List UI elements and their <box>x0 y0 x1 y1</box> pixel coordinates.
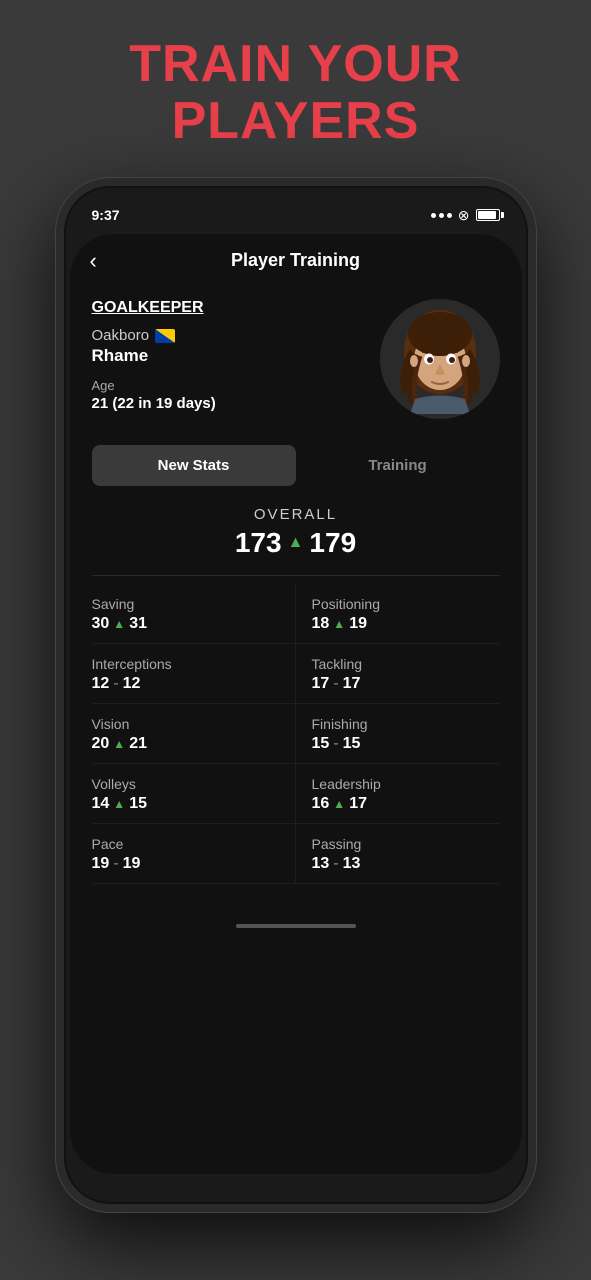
stat-label: Passing <box>312 836 500 852</box>
stat-dash: - <box>333 735 338 753</box>
player-position: GOALKEEPER <box>92 299 380 317</box>
overall-old: 173 <box>235 527 282 559</box>
player-info: GOALKEEPER Oakboro Rhame Age 21 (22 in 1… <box>70 283 522 431</box>
overall-value: 173 ▲ 179 <box>92 527 500 559</box>
player-name: Rhame <box>92 346 380 366</box>
stat-old-value: 30 <box>92 615 110 633</box>
stat-arrow-icon: ▲ <box>333 797 345 811</box>
stat-values: 14 ▲ 15 <box>92 795 279 813</box>
stat-dash: - <box>113 675 118 693</box>
stat-new-value: 17 <box>349 795 367 813</box>
stat-old-value: 15 <box>312 735 330 753</box>
stat-item: Interceptions 12 - 12 <box>92 644 296 704</box>
stat-label: Interceptions <box>92 656 279 672</box>
overall-new: 179 <box>309 527 356 559</box>
stat-label: Leadership <box>312 776 500 792</box>
stat-item: Finishing 15 - 15 <box>296 704 500 764</box>
stat-values: 16 ▲ 17 <box>312 795 500 813</box>
hero-title-line1: TRAIN YOUR <box>129 35 462 93</box>
stat-dash: - <box>113 855 118 873</box>
stat-old-value: 19 <box>92 855 110 873</box>
stat-item: Volleys 14 ▲ 15 <box>92 764 296 824</box>
stat-new-value: 15 <box>129 795 147 813</box>
stat-item: Passing 13 - 13 <box>296 824 500 884</box>
nav-header: ‹ Player Training <box>70 234 522 283</box>
stat-old-value: 13 <box>312 855 330 873</box>
player-age-label: Age <box>92 378 380 393</box>
overall-section: OVERALL 173 ▲ 179 <box>70 490 522 567</box>
stat-item: Saving 30 ▲ 31 <box>92 584 296 644</box>
stat-label: Saving <box>92 596 279 612</box>
stat-label: Positioning <box>312 596 500 612</box>
stat-values: 18 ▲ 19 <box>312 615 500 633</box>
avatar <box>380 299 500 419</box>
divider <box>92 575 500 576</box>
stat-item: Positioning 18 ▲ 19 <box>296 584 500 644</box>
stat-values: 12 - 12 <box>92 675 279 693</box>
stats-grid: Saving 30 ▲ 31 Positioning 18 ▲ 19 Inter… <box>70 584 522 884</box>
stat-values: 13 - 13 <box>312 855 500 873</box>
signal-icon <box>431 213 452 218</box>
tab-new-stats[interactable]: New Stats <box>92 445 296 486</box>
hero-title: TRAIN YOUR PLAYERS <box>129 36 462 150</box>
status-icons: ⊗ <box>431 207 500 224</box>
stat-label: Volleys <box>92 776 279 792</box>
overall-arrow-icon: ▲ <box>288 534 304 552</box>
status-time: 9:37 <box>92 207 120 223</box>
stat-new-value: 21 <box>129 735 147 753</box>
back-button[interactable]: ‹ <box>90 248 97 274</box>
stat-arrow-icon: ▲ <box>113 737 125 751</box>
battery-icon <box>476 209 500 221</box>
phone-frame: 9:37 ⊗ ‹ Player Training GOALKEEPER <box>56 178 536 1212</box>
stat-values: 17 - 17 <box>312 675 500 693</box>
overall-label: OVERALL <box>92 506 500 523</box>
stat-label: Vision <box>92 716 279 732</box>
avatar-svg <box>385 304 495 414</box>
player-details: GOALKEEPER Oakboro Rhame Age 21 (22 in 1… <box>92 299 380 412</box>
tab-training[interactable]: Training <box>296 445 500 486</box>
stat-label: Tackling <box>312 656 500 672</box>
wifi-icon: ⊗ <box>458 207 470 224</box>
stat-arrow-icon: ▲ <box>113 617 125 631</box>
stat-label: Finishing <box>312 716 500 732</box>
stat-values: 20 ▲ 21 <box>92 735 279 753</box>
hero-title-line2: PLAYERS <box>172 92 420 150</box>
stat-values: 30 ▲ 31 <box>92 615 279 633</box>
stat-old-value: 20 <box>92 735 110 753</box>
stat-values: 19 - 19 <box>92 855 279 873</box>
status-bar: 9:37 ⊗ <box>64 186 528 230</box>
flag-icon <box>155 329 175 343</box>
stat-arrow-icon: ▲ <box>113 797 125 811</box>
stat-label: Pace <box>92 836 279 852</box>
stat-new-value: 19 <box>349 615 367 633</box>
stat-item: Leadership 16 ▲ 17 <box>296 764 500 824</box>
tabs-container: New Stats Training <box>92 445 500 486</box>
stat-dash: - <box>333 675 338 693</box>
stat-item: Tackling 17 - 17 <box>296 644 500 704</box>
stat-old-value: 14 <box>92 795 110 813</box>
stat-item: Vision 20 ▲ 21 <box>92 704 296 764</box>
stat-new-value: 19 <box>123 855 141 873</box>
stat-item: Pace 19 - 19 <box>92 824 296 884</box>
stat-new-value: 15 <box>343 735 361 753</box>
stat-dash: - <box>333 855 338 873</box>
player-team: Oakboro <box>92 327 380 344</box>
stat-new-value: 17 <box>343 675 361 693</box>
stat-new-value: 12 <box>123 675 141 693</box>
nav-title: Player Training <box>231 250 360 271</box>
stat-new-value: 13 <box>343 855 361 873</box>
stat-old-value: 12 <box>92 675 110 693</box>
stat-old-value: 17 <box>312 675 330 693</box>
stat-new-value: 31 <box>129 615 147 633</box>
stat-old-value: 16 <box>312 795 330 813</box>
stat-values: 15 - 15 <box>312 735 500 753</box>
stat-arrow-icon: ▲ <box>333 617 345 631</box>
home-indicator <box>236 924 356 928</box>
player-age-value: 21 (22 in 19 days) <box>92 395 380 412</box>
stat-old-value: 18 <box>312 615 330 633</box>
screen: ‹ Player Training GOALKEEPER Oakboro Rha… <box>70 234 522 1174</box>
